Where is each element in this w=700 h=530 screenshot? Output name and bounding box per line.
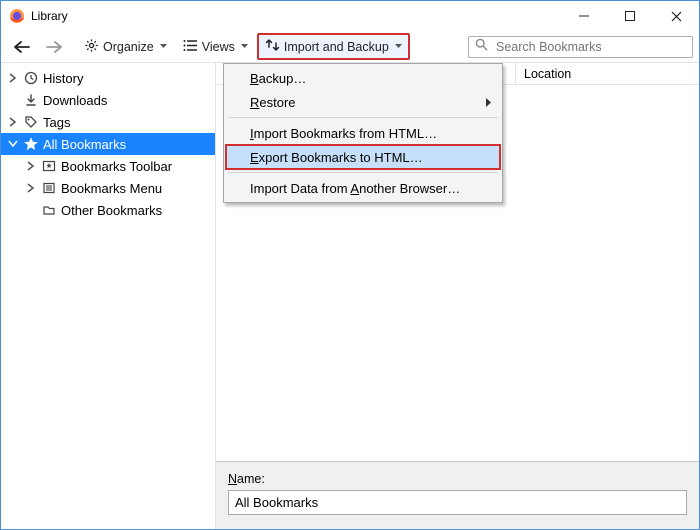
menu-item-export-html[interactable]: Export Bookmarks to HTML… — [226, 145, 500, 169]
sidebar-item-bookmarks-menu[interactable]: Bookmarks Menu — [1, 177, 215, 199]
sidebar-item-label: Tags — [43, 115, 70, 130]
organize-button[interactable]: Organize — [77, 34, 174, 60]
column-header-location[interactable]: Location — [516, 63, 699, 84]
import-backup-label: Import and Backup — [284, 40, 389, 54]
menu-separator — [228, 172, 498, 173]
sidebar-item-history[interactable]: History — [1, 67, 215, 89]
chevron-right-icon — [7, 117, 19, 127]
details-name-label: Name: — [228, 472, 687, 486]
menu-item-import-other-browser[interactable]: Import Data from Another Browser… — [226, 176, 500, 200]
sidebar-item-downloads[interactable]: Downloads — [1, 89, 215, 111]
views-label: Views — [202, 40, 235, 54]
chevron-down-icon — [7, 140, 19, 148]
sidebar-item-label: History — [43, 71, 83, 86]
gear-icon — [84, 38, 99, 56]
library-window: Library Organize — [0, 0, 700, 530]
sidebar-item-label: All Bookmarks — [43, 137, 126, 152]
menu-item-backup[interactable]: Backup… — [226, 66, 500, 90]
search-field[interactable] — [468, 36, 693, 58]
import-export-icon — [265, 38, 280, 55]
sidebar-item-tags[interactable]: Tags — [1, 111, 215, 133]
star-icon — [23, 136, 39, 152]
sidebar-item-all-bookmarks[interactable]: All Bookmarks — [1, 133, 215, 155]
views-button[interactable]: Views — [176, 35, 255, 59]
sidebar-item-bookmarks-toolbar[interactable]: Bookmarks Toolbar — [1, 155, 215, 177]
details-panel: Name: — [216, 461, 699, 529]
app-icon — [9, 8, 25, 24]
chevron-right-icon — [25, 183, 37, 193]
titlebar: Library — [1, 1, 699, 31]
maximize-button[interactable] — [607, 1, 653, 31]
sidebar-item-label: Bookmarks Toolbar — [61, 159, 172, 174]
window-title: Library — [31, 9, 68, 23]
search-icon — [475, 38, 494, 56]
toolbar: Organize Views Import and Backup — [1, 31, 699, 63]
caret-down-icon — [395, 44, 402, 49]
forward-button[interactable] — [39, 36, 69, 58]
chevron-right-icon — [25, 161, 37, 171]
caret-down-icon — [241, 44, 248, 49]
search-input[interactable] — [494, 39, 686, 55]
import-backup-button[interactable]: Import and Backup — [257, 33, 410, 60]
folder-icon — [41, 202, 57, 218]
menu-separator — [228, 117, 498, 118]
bookmarks-toolbar-icon — [41, 158, 57, 174]
bookmarks-menu-icon — [41, 180, 57, 196]
tag-icon — [23, 114, 39, 130]
close-button[interactable] — [653, 1, 699, 31]
sidebar-item-label: Other Bookmarks — [61, 203, 162, 218]
minimize-button[interactable] — [561, 1, 607, 31]
chevron-right-icon — [7, 73, 19, 83]
back-button[interactable] — [7, 36, 37, 58]
download-icon — [23, 92, 39, 108]
organize-label: Organize — [103, 40, 154, 54]
clock-icon — [23, 70, 39, 86]
menu-item-restore[interactable]: Restore — [226, 90, 500, 114]
chevron-right-icon — [486, 95, 492, 110]
menu-item-import-html[interactable]: Import Bookmarks from HTML… — [226, 121, 500, 145]
details-name-input[interactable] — [228, 490, 687, 515]
import-backup-menu: Backup… Restore Import Bookmarks from HT… — [223, 63, 503, 203]
caret-down-icon — [160, 44, 167, 49]
list-icon — [183, 39, 198, 55]
sidebar-item-other-bookmarks[interactable]: Other Bookmarks — [1, 199, 215, 221]
sidebar-item-label: Downloads — [43, 93, 107, 108]
sidebar: History Downloads Tags All Bookmarks — [1, 63, 216, 529]
sidebar-item-label: Bookmarks Menu — [61, 181, 162, 196]
